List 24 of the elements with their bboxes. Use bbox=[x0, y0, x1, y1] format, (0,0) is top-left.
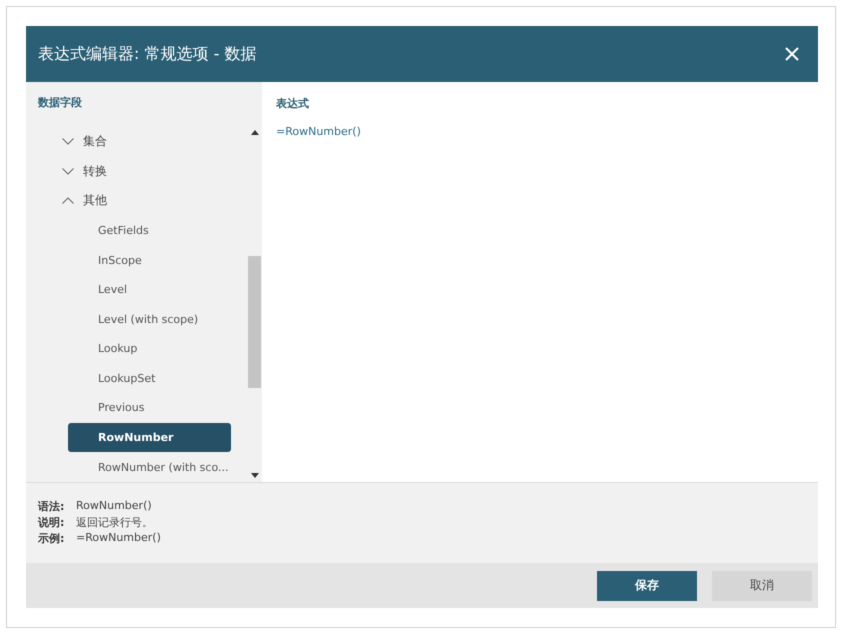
dialog-title: 表达式编辑器: 常规选项 - 数据 bbox=[38, 44, 256, 64]
section-title: 表达式 bbox=[276, 96, 310, 111]
tree-item[interactable]: 转换 bbox=[26, 156, 247, 186]
info-label: 语法: bbox=[38, 499, 66, 514]
tree-item[interactable]: InScope bbox=[68, 245, 243, 275]
tree-item[interactable]: Level bbox=[68, 274, 243, 304]
info-value: RowNumber() bbox=[76, 499, 152, 514]
tree-item[interactable]: Level (with scope) bbox=[68, 304, 243, 334]
info-value: 返回记录行号。 bbox=[76, 515, 153, 530]
save-button[interactable]: 保存 bbox=[597, 570, 697, 600]
tree-item[interactable]: RowNumber (with sco... bbox=[68, 452, 243, 482]
tree-item[interactable]: 其他 bbox=[26, 186, 247, 216]
tree-item[interactable]: Lookup bbox=[68, 334, 243, 364]
tree-item[interactable]: GetFields bbox=[68, 216, 243, 246]
tree-item[interactable]: Previous bbox=[68, 393, 243, 423]
expression-field[interactable]: =RowNumber() bbox=[276, 125, 804, 138]
tree-item[interactable]: 集合 bbox=[26, 127, 247, 157]
cancel-button[interactable]: 取消 bbox=[712, 570, 812, 600]
tree-item[interactable]: LookupSet bbox=[68, 364, 243, 394]
tree-item[interactable]: RowNumber bbox=[68, 422, 231, 452]
info-label: 说明: bbox=[38, 515, 66, 530]
info-value: =RowNumber() bbox=[76, 531, 161, 546]
info-label: 示例: bbox=[38, 531, 66, 546]
panel-title: 数据字段 bbox=[36, 95, 83, 111]
